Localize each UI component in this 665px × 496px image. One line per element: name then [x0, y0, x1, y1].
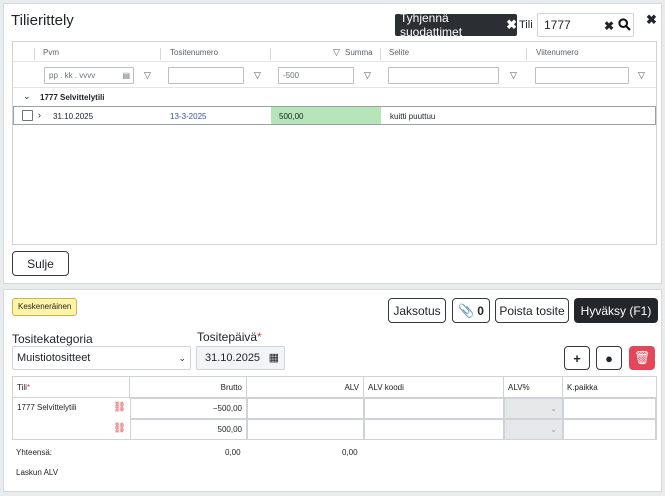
column-header-selite[interactable]: Selite	[389, 48, 409, 57]
row-sum: 500,00	[279, 112, 304, 121]
line-account: 1777 Selvittelytili	[17, 403, 77, 412]
column-header-pvm[interactable]: Pvm	[43, 48, 59, 57]
line-kpaikka-input[interactable]	[563, 398, 656, 419]
totals-label: Yhteensä:	[16, 448, 53, 457]
attachments-count: 0	[477, 303, 484, 318]
sort-icon[interactable]: ▽	[333, 47, 340, 58]
filter-icon[interactable]: ▽	[144, 70, 151, 81]
filter-icon[interactable]: ▽	[254, 70, 261, 81]
clear-filters-button[interactable]: Tyhjennä suodattimet ✖	[395, 11, 517, 39]
attachments-button[interactable]: 📎 0	[452, 298, 490, 323]
filter-icon[interactable]: ▽	[638, 70, 645, 81]
chevron-down-icon[interactable]: ⌄	[23, 91, 31, 102]
close-button[interactable]: Sulje	[12, 251, 69, 276]
trash-icon: 🗑	[633, 350, 651, 365]
row-checkbox[interactable]	[22, 110, 33, 121]
line-alv-input[interactable]	[247, 419, 364, 440]
group-row[interactable]: ⌄ 1777 Selvittelytili	[13, 88, 656, 106]
column-header-tositenumero[interactable]: Tositenumero	[170, 48, 218, 57]
chevron-down-icon: ⌄	[550, 404, 557, 413]
account-filter-label: Tili	[519, 19, 533, 31]
account-breakdown-dialog: Tilierittely Tyhjennä suodattimet ✖ Tili…	[3, 3, 662, 284]
voucher-date-input[interactable]: 31.10.2025 ▦	[196, 346, 285, 370]
dialog-close-icon[interactable]: ✖	[646, 12, 657, 28]
date-filter-placeholder: pp . kk . vvvv	[49, 71, 96, 80]
chevron-right-icon[interactable]: ›	[38, 110, 41, 120]
line-account-cell[interactable]: 1777 Selvittelytili ⛓	[13, 398, 130, 419]
header-alv-koodi: ALV koodi	[364, 377, 504, 398]
search-icon[interactable]	[618, 18, 631, 34]
row-date: 31.10.2025	[53, 112, 94, 121]
column-header-summa[interactable]: Summa	[345, 48, 373, 57]
grid-header: Pvm Tositenumero ▽ Summa Selite Viitenum…	[13, 42, 656, 62]
voucher-panel: Keskeneräinen Jaksotus 📎 0 Poista tosite…	[3, 289, 662, 492]
header-brutto: Brutto	[130, 377, 247, 398]
calendar-icon[interactable]: ▦	[269, 347, 279, 369]
group-label: 1777 Selvittelytili	[40, 93, 105, 102]
total-brutto: 0,00	[225, 448, 241, 457]
header-alv-pct: ALV%	[504, 377, 563, 398]
line-alv-input[interactable]	[247, 398, 364, 419]
date-filter-input[interactable]: pp . kk . vvvv ▤	[44, 67, 134, 84]
line-account-cell[interactable]: ⛓	[13, 419, 130, 440]
table-row[interactable]: › 31.10.2025 13-3-2025 500,00 kuitti puu…	[13, 106, 656, 125]
category-value: Muistiotositteet	[17, 352, 91, 364]
chevron-down-icon: ⌄	[550, 425, 557, 434]
entry-lines-table: Tili* Brutto ALV ALV koodi ALV% K.paikka…	[12, 376, 657, 440]
reference-filter-input[interactable]	[535, 67, 629, 84]
comment-icon: ●	[605, 350, 613, 366]
line-alv-pct-select: ⌄	[504, 398, 563, 419]
plus-icon: +	[573, 350, 581, 366]
comment-button[interactable]: ●	[596, 346, 622, 370]
column-header-viitenumero[interactable]: Viitenumero	[536, 48, 579, 57]
total-alv: 0,00	[342, 448, 358, 457]
status-badge: Keskeneräinen	[12, 298, 78, 316]
account-filter-value: 1777	[544, 18, 571, 32]
approve-button[interactable]: Hyväksy (F1)	[574, 298, 658, 323]
calendar-icon[interactable]: ▤	[122, 68, 130, 83]
voucher-date-value: 31.10.2025	[205, 352, 261, 364]
delete-voucher-button[interactable]: Poista tosite	[495, 298, 569, 323]
filter-icon[interactable]: ▽	[510, 70, 517, 81]
line-brutto-input[interactable]: −500,00	[130, 398, 247, 419]
category-label: Tositekategoria	[12, 332, 93, 346]
close-icon: ✖	[506, 17, 517, 32]
header-kpaikka: K.paikka	[563, 377, 656, 398]
account-filter-input[interactable]: 1777 ✖	[537, 13, 634, 37]
sum-filter-input[interactable]: -500	[278, 67, 354, 84]
line-alv-code-input[interactable]	[364, 398, 504, 419]
description-filter-input[interactable]	[388, 67, 499, 84]
line-kpaikka-input[interactable]	[563, 419, 656, 440]
dialog-title: Tilierittely	[11, 12, 74, 29]
chevron-down-icon: ⌄	[178, 353, 186, 363]
filter-row: pp . kk . vvvv ▤ ▽ ▽ -500 ▽ ▽ ▽	[13, 62, 656, 88]
invoice-vat-label: Laskun ALV	[16, 468, 59, 477]
header-alv: ALV	[247, 377, 364, 398]
delete-button[interactable]: 🗑	[629, 346, 655, 370]
paperclip-icon: 📎	[458, 302, 475, 318]
unlink-icon[interactable]: ⛓	[113, 398, 126, 417]
clear-input-icon[interactable]: ✖	[604, 19, 614, 33]
voucher-filter-input[interactable]	[168, 67, 244, 84]
add-line-button[interactable]: +	[564, 346, 590, 370]
header-tili: Tili*	[13, 377, 130, 398]
filter-icon[interactable]: ▽	[364, 70, 371, 81]
unlink-icon[interactable]: ⛓	[113, 419, 126, 438]
line-alv-code-input[interactable]	[364, 419, 504, 440]
clear-filters-label: Tyhjennä suodattimet	[400, 11, 463, 39]
date-label: Tositepäivä*	[197, 330, 262, 344]
row-voucher-link[interactable]: 13-3-2025	[170, 112, 206, 121]
transactions-grid: Pvm Tositenumero ▽ Summa Selite Viitenum…	[12, 41, 657, 245]
line-brutto-input[interactable]: 500,00	[130, 419, 247, 440]
jaksotus-button[interactable]: Jaksotus	[388, 298, 446, 323]
line-alv-pct-select: ⌄	[504, 419, 563, 440]
category-select[interactable]: Muistiotositteet ⌄	[12, 346, 191, 370]
row-description: kuitti puuttuu	[390, 112, 436, 121]
sum-filter-value: -500	[283, 71, 300, 80]
